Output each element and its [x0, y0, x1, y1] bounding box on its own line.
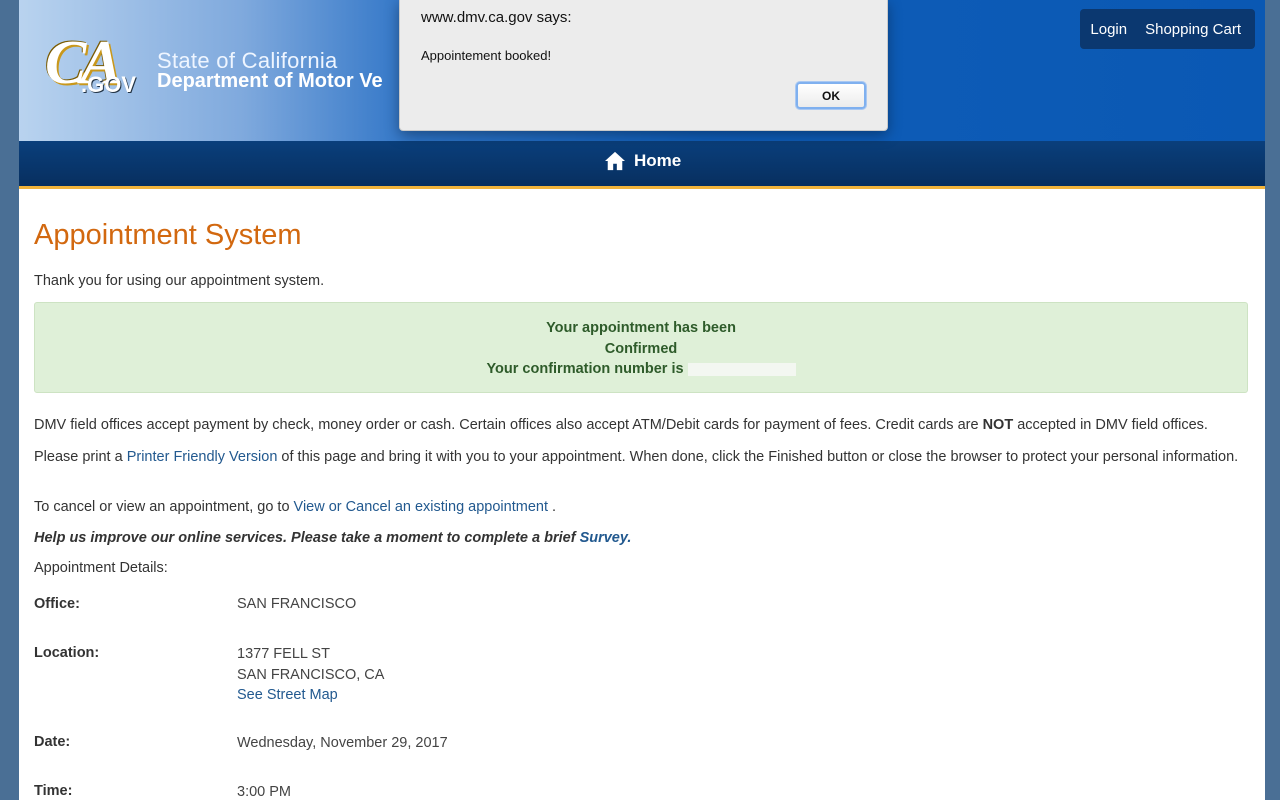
redacted-confirmation-number — [687, 362, 796, 376]
details-heading: Appointment Details: — [34, 560, 168, 576]
logo-gov-text: .GOV — [81, 72, 137, 97]
date-value: Wednesday, November 29, 2017 — [237, 735, 448, 751]
cancel-text-end: . — [547, 499, 557, 515]
thanks-text: Thank you for using our appointment syst… — [34, 273, 325, 289]
payment-paragraph: DMV field offices accept payment by chec… — [34, 415, 1244, 436]
confirmation-number-label: Your confirmation number is — [486, 361, 684, 377]
office-label: Office: — [34, 596, 80, 612]
home-nav-link[interactable]: Home — [604, 151, 681, 171]
page-title: Appointment System — [34, 219, 302, 251]
alert-line-2: Confirmed — [604, 340, 678, 357]
home-label: Home — [634, 151, 682, 170]
cancel-text: To cancel or view an appointment, go to — [34, 499, 294, 515]
location-label: Location: — [34, 645, 100, 661]
ok-button[interactable]: OK — [796, 82, 866, 109]
home-icon — [605, 151, 625, 171]
shopping-cart-link[interactable]: Shopping Cart — [1145, 21, 1241, 38]
payment-text-end: accepted in DMV field offices. — [1013, 417, 1208, 433]
main-navbar: Home — [19, 141, 1265, 189]
time-label: Time: — [34, 783, 73, 799]
date-label: Date: — [34, 734, 71, 750]
location-value: 1377 FELL ST SAN FRANCISCO, CA See Stree… — [237, 644, 384, 706]
alert-line-1: Your appointment has been — [546, 320, 736, 336]
confirmation-alert: Your appointment has been Confirmed Your… — [34, 302, 1248, 393]
print-text: Please print a — [34, 449, 127, 465]
survey-paragraph: Help us improve our online services. Ple… — [34, 528, 1244, 549]
location-street: 1377 FELL ST — [237, 646, 330, 662]
survey-link[interactable]: Survey. — [580, 530, 632, 546]
login-link[interactable]: Login — [1090, 21, 1127, 38]
ca-gov-logo[interactable]: CA .GOV — [45, 29, 145, 104]
payment-not: NOT — [982, 417, 1014, 433]
printer-friendly-link[interactable]: Printer Friendly Version — [127, 449, 278, 465]
alert-line-3: Your confirmation number is — [35, 359, 1247, 380]
location-city: SAN FRANCISCO, CA — [237, 666, 385, 683]
top-nav: Login Shopping Cart — [1080, 9, 1255, 49]
payment-text: DMV field offices accept payment by chec… — [34, 417, 983, 433]
street-map-link[interactable]: See Street Map — [237, 687, 338, 703]
print-text-end: of this page and bring it with you to yo… — [277, 449, 1239, 465]
print-paragraph: Please print a Printer Friendly Version … — [34, 447, 1244, 468]
dialog-title: www.dmv.ca.gov says: — [421, 9, 572, 26]
cancel-paragraph: To cancel or view an appointment, go to … — [34, 497, 1244, 518]
view-cancel-link[interactable]: View or Cancel an existing appointment — [294, 499, 548, 515]
survey-text: Help us improve our online services. Ple… — [34, 530, 580, 546]
dialog-message: Appointement booked! — [421, 48, 552, 63]
office-value: SAN FRANCISCO — [237, 596, 357, 612]
alert-dialog: www.dmv.ca.gov says: Appointement booked… — [399, 0, 888, 131]
time-value: 3:00 PM — [237, 784, 291, 800]
department-title: Department of Motor Ve — [157, 70, 383, 92]
